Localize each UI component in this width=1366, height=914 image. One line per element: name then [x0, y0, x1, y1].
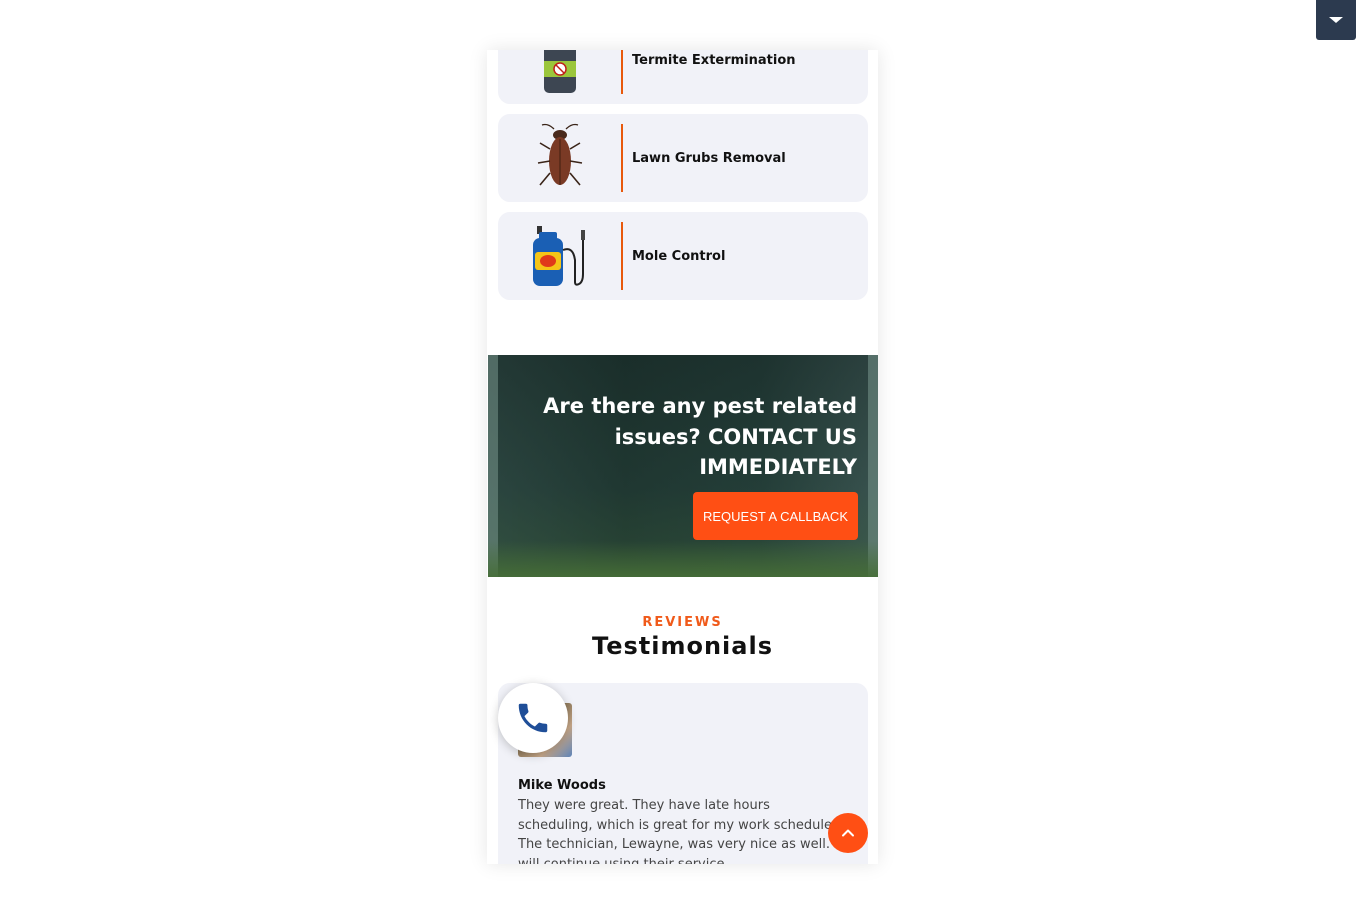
termite-spray-bottle-icon — [498, 50, 621, 104]
reviews-kicker: REVIEWS — [642, 615, 723, 630]
scroll-to-top-button[interactable] — [828, 813, 868, 853]
cockroach-icon — [498, 114, 621, 202]
service-label: Termite Extermination — [632, 52, 796, 68]
chevron-up-icon — [842, 829, 854, 837]
service-divider — [621, 124, 623, 192]
menu-toggle-button[interactable] — [1316, 0, 1356, 40]
request-callback-button[interactable]: REQUEST A CALLBACK — [693, 492, 858, 540]
service-divider — [621, 222, 623, 290]
phone-icon — [518, 703, 548, 733]
banner-grass — [488, 541, 878, 577]
pump-sprayer-icon — [498, 212, 621, 300]
contact-cta-banner: Are there any pest related issues? CONTA… — [488, 355, 878, 577]
service-card-mole-control[interactable]: Mole Control — [498, 212, 868, 300]
service-label: Lawn Grubs Removal — [632, 150, 786, 166]
call-button[interactable] — [498, 683, 568, 753]
testimonials-title: Testimonials — [592, 632, 773, 660]
cta-headline: Are there any pest related issues? CONTA… — [543, 394, 857, 479]
service-card-lawn-grubs[interactable]: Lawn Grubs Removal — [498, 114, 868, 202]
review-text: They were great. They have late hours sc… — [518, 798, 838, 864]
service-card-termite[interactable]: Termite Extermination — [498, 50, 868, 104]
reviewer-name: Mike Woods — [518, 778, 606, 793]
service-divider — [621, 50, 623, 94]
service-label: Mole Control — [632, 248, 726, 264]
caret-down-icon — [1329, 17, 1343, 23]
